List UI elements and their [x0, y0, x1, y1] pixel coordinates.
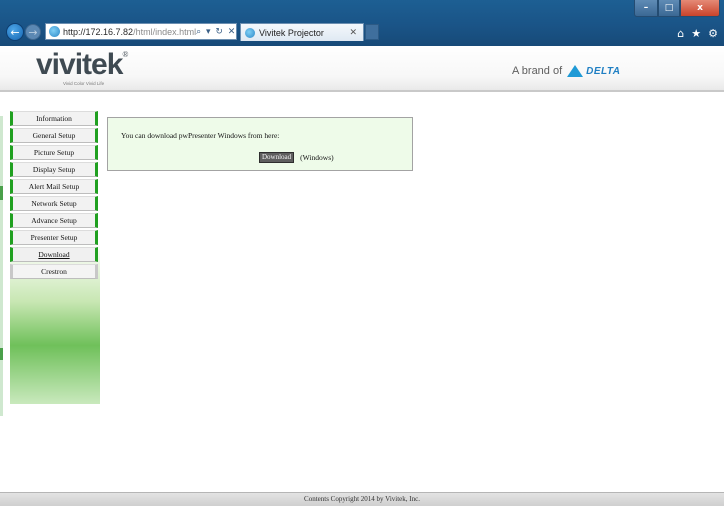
tab-close-icon[interactable]: ✕	[349, 28, 357, 38]
browser-tools: ⌂ ★ ⚙	[677, 27, 718, 40]
forward-button[interactable]: →	[25, 24, 41, 40]
new-tab-button[interactable]	[365, 24, 379, 40]
sidebar-item-crestron[interactable]: Crestron	[10, 264, 98, 279]
minimize-button[interactable]: –	[634, 0, 658, 17]
download-message: You can download pwPresenter Windows fro…	[121, 131, 280, 140]
sidebar-item-picture-setup[interactable]: Picture Setup	[10, 145, 98, 160]
logo-registered-mark: ®	[122, 50, 129, 59]
sidebar-item-presenter-setup[interactable]: Presenter Setup	[10, 230, 98, 245]
brand-prefix: A brand of	[512, 65, 563, 77]
address-tools[interactable]: ⌕ ▾ ↻ ✕	[196, 27, 236, 37]
address-bar[interactable]: http://172.16.7.82 /html/index.html ⌕ ▾ …	[45, 23, 237, 40]
web-page: vivitek® Vivid Color Vivid Life A brand …	[0, 46, 724, 506]
maximize-icon: □	[664, 3, 674, 13]
favorites-star-icon[interactable]: ★	[691, 27, 701, 40]
download-panel: You can download pwPresenter Windows fro…	[107, 117, 413, 171]
sidebar-item-general-setup[interactable]: General Setup	[10, 128, 98, 143]
home-icon[interactable]: ⌂	[677, 27, 684, 40]
page-header: vivitek® Vivid Color Vivid Life A brand …	[0, 46, 724, 92]
delta-logo: DELTA	[586, 65, 621, 77]
sidebar-item-network-setup[interactable]: Network Setup	[10, 196, 98, 211]
vivitek-logo: vivitek® Vivid Color Vivid Life	[36, 50, 128, 90]
maximize-button[interactable]: □	[658, 0, 680, 17]
sidebar-item-download[interactable]: Download	[10, 247, 98, 262]
sidebar-item-advance-setup[interactable]: Advance Setup	[10, 213, 98, 228]
sidebar: Information General Setup Picture Setup Dis…	[10, 111, 100, 404]
window-controls: – □ x	[634, 0, 720, 18]
tab-title: Vivitek Projector	[259, 27, 324, 38]
left-edge-strip	[0, 116, 3, 416]
sidebar-item-information[interactable]: Information	[10, 111, 98, 126]
browser-chrome: ← → http://172.16.7.82 /html/index.html …	[0, 0, 724, 46]
download-os-label: (Windows)	[300, 153, 334, 162]
ie-favicon-icon	[49, 26, 60, 37]
delta-triangle-icon	[567, 65, 584, 77]
logo-wordmark: vivitek	[36, 48, 123, 81]
minimize-icon: –	[643, 3, 649, 13]
settings-gear-icon[interactable]: ⚙	[708, 27, 718, 40]
close-window-button[interactable]: x	[680, 0, 720, 17]
address-url-host: http://172.16.7.82	[63, 26, 134, 37]
sidebar-item-alert-mail-setup[interactable]: Alert Mail Setup	[10, 179, 98, 194]
tab-vivitek-projector[interactable]: Vivitek Projector ✕	[240, 23, 364, 41]
sidebar-item-display-setup[interactable]: Display Setup	[10, 162, 98, 177]
tab-favicon-icon	[245, 27, 255, 38]
back-arrow-icon: ←	[10, 25, 20, 39]
brand-line: A brand of DELTA	[512, 65, 621, 77]
download-button[interactable]: Download	[259, 152, 295, 163]
close-icon: x	[697, 3, 703, 13]
address-url-path: /html/index.html	[133, 26, 197, 37]
download-row: Download (Windows)	[259, 152, 334, 163]
back-button[interactable]: ←	[6, 23, 24, 41]
sidebar-menu: Information General Setup Picture Setup Dis…	[10, 111, 100, 279]
logo-tagline: Vivid Color Vivid Life	[63, 81, 105, 86]
page-footer: Contents Copyright 2014 by Vivitek, Inc.	[0, 492, 724, 506]
forward-arrow-icon: →	[28, 25, 38, 39]
